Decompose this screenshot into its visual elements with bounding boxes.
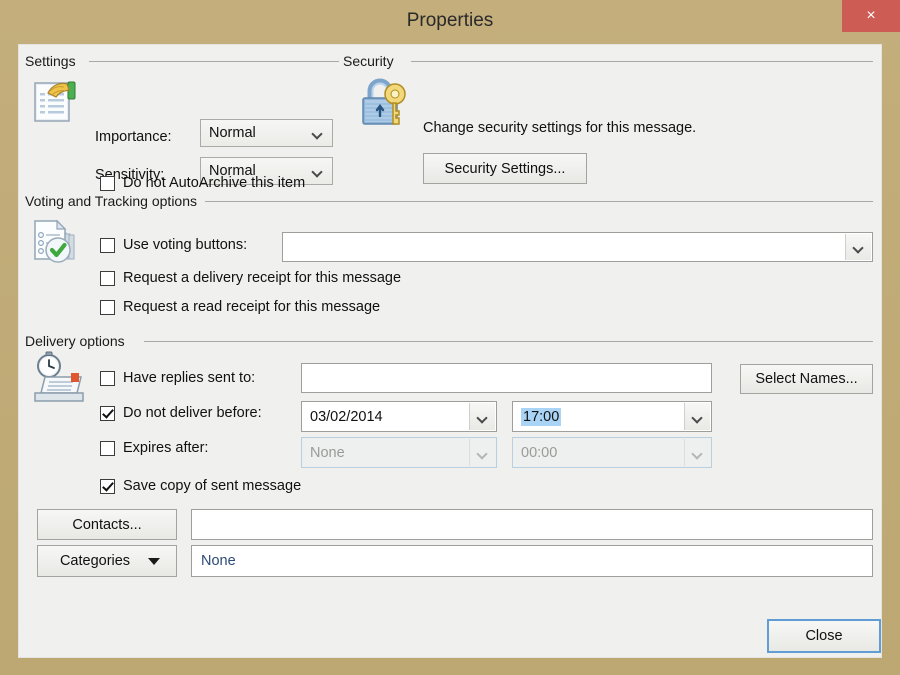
document-hand-icon: [31, 77, 81, 132]
title-bar: Properties ×: [0, 0, 900, 44]
security-group-rule: [411, 61, 873, 62]
expires-label: Expires after:: [123, 440, 209, 456]
expires-date-combo: None: [301, 437, 497, 468]
voting-group-label: Voting and Tracking options: [25, 193, 205, 209]
importance-value: Normal: [209, 125, 256, 141]
chevron-down-icon: [854, 244, 863, 250]
save-copy-checkbox[interactable]: [100, 478, 115, 494]
expires-checkbox[interactable]: [100, 440, 115, 456]
not-before-label: Do not deliver before:: [123, 405, 262, 421]
not-before-checkbox-row[interactable]: Do not deliver before:: [100, 405, 262, 421]
chevron-down-icon: [693, 450, 702, 456]
expires-date-dropdown: [469, 439, 495, 466]
contacts-button-label: Contacts...: [72, 516, 142, 533]
security-description: Change security settings for this messag…: [423, 120, 697, 136]
use-voting-checkbox-row[interactable]: Use voting buttons:: [100, 237, 247, 253]
autoarchive-checkbox[interactable]: [100, 175, 115, 191]
contacts-button[interactable]: Contacts...: [37, 509, 177, 540]
not-before-time-value: 17:00: [521, 407, 562, 426]
use-voting-label: Use voting buttons:: [123, 237, 248, 253]
not-before-date-value: 03/02/2014: [310, 408, 383, 425]
save-copy-checkbox-row[interactable]: Save copy of sent message: [100, 478, 301, 494]
not-before-checkbox[interactable]: [100, 405, 115, 421]
expires-time-dropdown: [684, 439, 710, 466]
chevron-down-icon: [693, 414, 702, 420]
window-title: Properties: [406, 10, 494, 31]
security-group-label: Security: [343, 53, 401, 69]
voting-buttons-combo[interactable]: [282, 232, 873, 262]
contacts-input[interactable]: [191, 509, 873, 540]
importance-label: Importance:: [95, 129, 172, 145]
properties-dialog-window: Properties × Settings Importance: Normal…: [0, 0, 900, 675]
chevron-down-icon: [478, 450, 487, 456]
have-replies-label: Have replies sent to:: [123, 370, 256, 386]
delivery-group-rule: [144, 341, 873, 342]
close-dialog-button-label: Close: [805, 628, 843, 644]
settings-group-label: Settings: [25, 53, 83, 69]
delivery-receipt-label: Request a delivery receipt for this mess…: [123, 270, 402, 286]
checklist-check-icon: [31, 217, 83, 272]
select-names-button-label: Select Names...: [755, 371, 858, 387]
importance-select[interactable]: Normal: [200, 119, 333, 147]
delivery-group-label: Delivery options: [25, 333, 132, 349]
delivery-receipt-checkbox[interactable]: [100, 270, 115, 286]
window-close-button[interactable]: ×: [842, 0, 900, 32]
categories-value: None: [201, 553, 236, 569]
expires-time-value: 00:00: [521, 444, 558, 461]
read-receipt-checkbox-row[interactable]: Request a read receipt for this message: [100, 299, 380, 315]
delivery-receipt-checkbox-row[interactable]: Request a delivery receipt for this mess…: [100, 270, 401, 286]
autoarchive-label: Do not AutoArchive this item: [123, 175, 306, 191]
categories-button-label: Categories: [59, 553, 131, 569]
chevron-down-icon: [478, 414, 487, 420]
expires-time-combo: 00:00: [512, 437, 712, 468]
use-voting-checkbox[interactable]: [100, 237, 115, 253]
have-replies-input[interactable]: [301, 363, 712, 393]
triangle-down-icon: [148, 558, 160, 565]
chevron-down-icon: [313, 130, 322, 136]
security-settings-button-label: Security Settings...: [444, 160, 566, 177]
clock-envelope-icon: [31, 351, 87, 410]
voting-buttons-dropdown[interactable]: [845, 234, 871, 260]
have-replies-checkbox-row[interactable]: Have replies sent to:: [100, 370, 255, 386]
categories-button[interactable]: Categories: [37, 545, 177, 577]
not-before-time-dropdown[interactable]: [684, 403, 710, 430]
voting-group-rule: [205, 201, 873, 202]
security-settings-button[interactable]: Security Settings...: [423, 153, 587, 184]
autoarchive-checkbox-row[interactable]: Do not AutoArchive this item: [100, 175, 305, 191]
dialog-client-area: Settings Importance: Normal Sensitivity:…: [18, 44, 882, 658]
expires-checkbox-row[interactable]: Expires after:: [100, 440, 208, 456]
settings-group-rule: [89, 61, 339, 62]
save-copy-label: Save copy of sent message: [123, 478, 302, 494]
not-before-date-dropdown[interactable]: [469, 403, 495, 430]
categories-input[interactable]: None: [191, 545, 873, 577]
not-before-date-combo[interactable]: 03/02/2014: [301, 401, 497, 432]
not-before-time-combo[interactable]: 17:00: [512, 401, 712, 432]
chevron-down-icon: [313, 168, 322, 174]
expires-date-value: None: [310, 444, 345, 461]
lock-key-icon: [359, 77, 413, 134]
read-receipt-checkbox[interactable]: [100, 299, 115, 315]
select-names-button[interactable]: Select Names...: [740, 364, 873, 394]
have-replies-checkbox[interactable]: [100, 370, 115, 386]
close-dialog-button[interactable]: Close: [767, 619, 881, 653]
read-receipt-label: Request a read receipt for this message: [123, 299, 381, 315]
